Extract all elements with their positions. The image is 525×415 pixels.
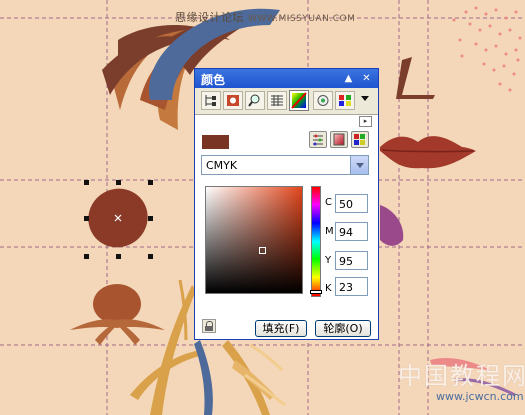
selection-handle[interactable] xyxy=(116,180,121,185)
watermark-bottom-url: www.jcwcn.com xyxy=(436,390,524,403)
color-model-value: CMYK xyxy=(206,159,238,172)
chevron-down-icon[interactable] xyxy=(361,96,369,101)
selection-handle[interactable] xyxy=(148,180,153,185)
expand-icon[interactable]: ▸ xyxy=(359,116,372,127)
black-field[interactable]: 23 xyxy=(335,277,368,296)
color-picker-marker[interactable] xyxy=(259,247,266,254)
hue-slider-handle[interactable] xyxy=(310,290,322,294)
cheek-shape xyxy=(380,205,404,246)
watermark-top-url: WWW.MISSYUAN.COM xyxy=(248,14,356,24)
watermark-top: 思缘设计论坛 WWW.MISSYUAN.COM xyxy=(175,9,355,25)
color-models-button[interactable] xyxy=(330,131,348,148)
palettes-icon[interactable] xyxy=(335,91,355,110)
magenta-label: M xyxy=(325,226,334,237)
brow-line xyxy=(396,57,435,99)
eyedropper-icon[interactable] xyxy=(245,91,265,110)
chevron-down-icon[interactable] xyxy=(350,156,368,174)
selection-handle[interactable] xyxy=(148,216,153,221)
watermark-bottom-text: 中国教程网 xyxy=(398,362,525,390)
nose-shape xyxy=(93,284,141,324)
color-model-select[interactable]: CMYK xyxy=(201,155,369,175)
yellow-label: Y xyxy=(325,255,332,266)
outline-button[interactable]: 轮廓(O) xyxy=(315,320,371,337)
grid-icon[interactable] xyxy=(267,91,287,110)
swap-colors-button[interactable] xyxy=(309,131,327,148)
selection-handle[interactable] xyxy=(84,254,89,259)
lock-icon[interactable] xyxy=(202,319,216,333)
color-square[interactable] xyxy=(205,186,303,294)
selection-handle[interactable] xyxy=(116,254,121,259)
color-viewer-icon[interactable] xyxy=(201,91,221,110)
cyan-field[interactable]: 50 xyxy=(335,194,368,213)
color-docker: 颜色 ▲ ✕ ▸ CMYK C 50 M 94 Y 95 K 23 填充(F) … xyxy=(194,68,379,340)
color-mixer-icon[interactable] xyxy=(313,91,333,110)
watermark-top-text: 思缘设计论坛 xyxy=(175,11,244,24)
color-palettes-button[interactable] xyxy=(351,131,369,148)
color-sliders-icon[interactable] xyxy=(223,91,243,110)
selection-handle[interactable] xyxy=(84,216,89,221)
magenta-field[interactable]: 94 xyxy=(335,222,368,241)
cyan-label: C xyxy=(325,197,332,208)
collapse-icon[interactable]: ▲ xyxy=(342,72,355,85)
selection-handle[interactable] xyxy=(84,180,89,185)
fill-button[interactable]: 填充(F) xyxy=(255,320,307,337)
hue-slider[interactable] xyxy=(311,186,321,297)
current-color-swatch xyxy=(202,135,229,149)
docker-toolbar xyxy=(195,88,378,115)
selection-handle[interactable] xyxy=(148,254,153,259)
black-label: K xyxy=(325,283,332,294)
docker-titlebar[interactable]: 颜色 ▲ ✕ xyxy=(195,69,378,88)
dot-pattern xyxy=(452,6,522,92)
close-icon[interactable]: ✕ xyxy=(360,72,373,85)
docker-title: 颜色 xyxy=(201,73,226,87)
color-blend-icon[interactable] xyxy=(289,90,309,111)
yellow-field[interactable]: 95 xyxy=(335,251,368,270)
